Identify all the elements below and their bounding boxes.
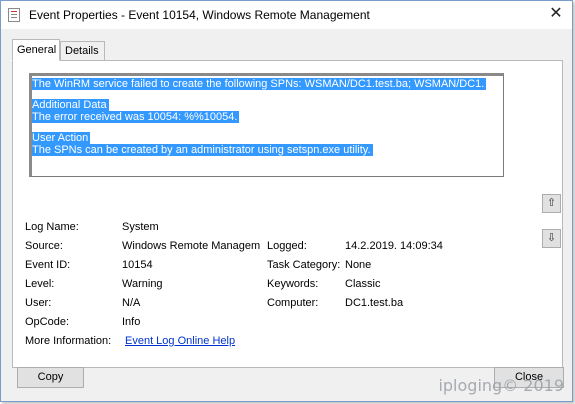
user-value: N/A [122,297,141,309]
task-category-label: Task Category: [267,259,341,271]
title-bar[interactable]: Event Properties - Event 10154, Windows … [1,1,572,29]
logged-label: Logged: [267,240,307,252]
watermark: iploging© 2019 [438,376,564,395]
log-name-label: Log Name: [25,221,79,233]
next-event-button[interactable]: ⇩ [542,229,561,248]
description-heading: Additional Data [32,99,109,111]
source-value: Windows Remote Managem [122,240,261,252]
opcode-label: OpCode: [25,316,70,328]
logged-value: 14.2.2019. 14:09:34 [345,240,443,252]
keywords-value: Classic [345,278,381,290]
tab-details[interactable]: Details [60,41,105,61]
level-label: Level: [25,278,55,290]
tab-general[interactable]: General [12,39,60,61]
keywords-label: Keywords: [267,278,319,290]
previous-event-button[interactable]: ⇧ [542,194,561,213]
opcode-value: Info [122,316,141,328]
more-information-label: More Information: [25,335,112,347]
level-value: Warning [122,278,163,290]
description-line: The WinRM service failed to create the f… [32,78,487,90]
task-category-value: None [345,259,372,271]
event-id-label: Event ID: [25,259,71,271]
close-window-button[interactable]: ✕ [542,2,570,26]
log-name-value: System [122,221,159,233]
event-description-box[interactable]: The WinRM service failed to create the f… [29,73,504,177]
description-heading: User Action [32,132,91,144]
description-line: The error received was 10054: %%10054. [32,111,240,123]
source-label: Source: [25,240,63,252]
copy-button[interactable]: Copy [17,367,84,388]
event-properties-window: Event Properties - Event 10154, Windows … [0,0,573,402]
computer-value: DC1.test.ba [345,297,404,309]
user-label: User: [25,297,52,309]
computer-label: Computer: [267,297,319,309]
event-id-value: 10154 [122,259,153,271]
window-title: Event Properties - Event 10154, Windows … [29,8,370,22]
general-panel: The WinRM service failed to create the f… [12,60,563,368]
event-log-online-help-link[interactable]: Event Log Online Help [125,335,235,347]
event-viewer-icon [8,8,20,22]
dialog-client: General Details The WinRM service failed… [2,29,571,400]
description-line: The SPNs can be created by an administra… [32,144,373,156]
